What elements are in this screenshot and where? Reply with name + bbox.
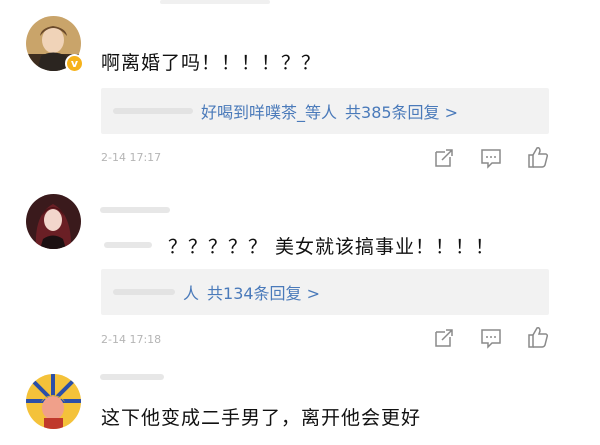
reply-summary[interactable]: 人 共134条回复 > [101,269,549,315]
reply-count-link[interactable]: 共134条回复 > [207,280,320,304]
reply-count-link[interactable]: 共385条回复 > [345,99,458,123]
comment-text: 啊离婚了吗！！！！？？ [101,52,322,74]
comment-item-2: ？？？？？ 美女就该搞事业！！！！ 人 共134条回复 > 2-14 17:18 [0,180,600,360]
comment-item-1: v 啊离婚了吗！！！！？？ 好喝到咩噗茶_等人 共385条回复 > 2-14 1… [0,0,600,180]
blurred-username [113,108,193,114]
comment-item-3: 这下他变成二手男了，离开他会更好 [0,360,600,445]
avatar-3-wrapper[interactable] [26,374,81,429]
reply-names: 好喝到咩噗茶_等人 [201,103,338,122]
reply-names: 人 [183,284,200,303]
comment-icon[interactable] [480,147,502,169]
timestamp: 2-14 17:17 [101,151,162,164]
avatar-2-wrapper[interactable] [26,194,81,249]
share-icon[interactable] [433,147,455,169]
thumbs-up-icon[interactable] [527,325,549,348]
share-icon[interactable] [433,327,455,349]
thumbs-up-icon[interactable] [527,145,549,168]
verified-badge-icon: v [65,54,84,73]
comment-text: 这下他变成二手男了，离开他会更好 [101,407,422,429]
blurred-username [100,207,170,213]
blurred-prefix [104,242,152,248]
blurred-username [113,289,175,295]
comment-text: ？？？？？ 美女就该搞事业！！！！ [168,236,496,258]
blurred-username [100,374,164,380]
reply-summary[interactable]: 好喝到咩噗茶_等人 共385条回复 > [101,88,549,134]
comment-feed: v 啊离婚了吗！！！！？？ 好喝到咩噗茶_等人 共385条回复 > 2-14 1… [0,0,600,445]
avatar-1-wrapper[interactable]: v [26,16,84,73]
avatar [26,194,81,249]
timestamp: 2-14 17:18 [101,333,162,346]
avatar [26,374,81,429]
comment-icon[interactable] [480,327,502,349]
